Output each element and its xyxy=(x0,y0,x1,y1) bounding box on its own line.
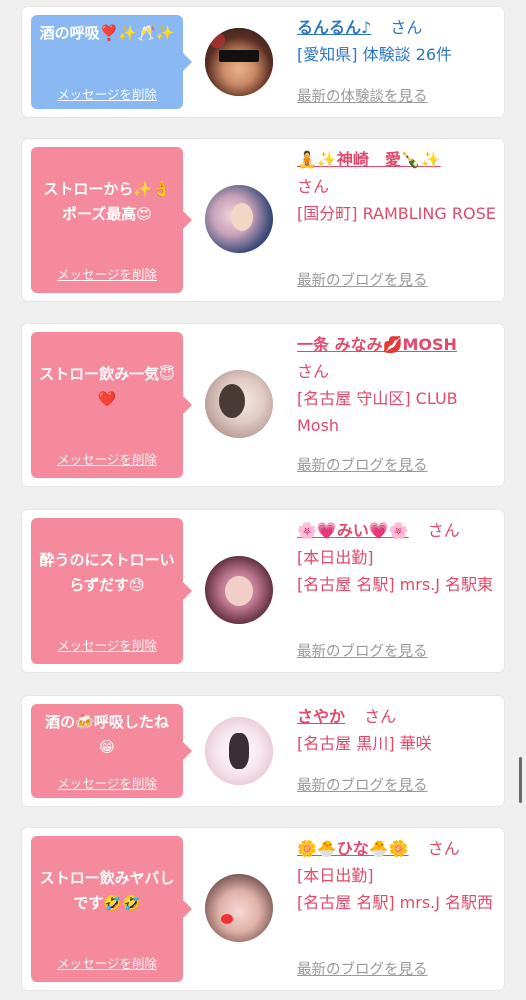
message-bubble: 酒の呼吸❣️✨🥂✨ メッセージを削除 xyxy=(31,15,192,109)
shop-info: [名古屋 名駅] mrs.J 名駅西 xyxy=(297,893,494,912)
profile-info: 🧘✨神崎 愛🍾✨ さん [国分町] RAMBLING ROSE xyxy=(297,146,497,227)
status-text: [本日出勤] xyxy=(297,548,374,567)
honorific: さん xyxy=(390,18,423,37)
latest-post-link[interactable]: 最新のブログを見る xyxy=(297,640,428,661)
scrollbar[interactable] xyxy=(519,757,522,803)
avatar[interactable] xyxy=(205,556,273,624)
message-card: ストロー飲みヤバしです🤣🤣 メッセージを削除 🌼🐣ひな🐣🌼 さん [本日出勤] … xyxy=(22,828,504,990)
message-text: ストロー飲み一気😇❤️ xyxy=(39,365,175,408)
delete-message-link[interactable]: メッセージを削除 xyxy=(31,264,183,283)
delete-message-link[interactable]: メッセージを削除 xyxy=(31,84,183,103)
honorific: さん xyxy=(297,362,330,381)
message-card: 酒の🍻呼吸したね😁 メッセージを削除 さやか さん [名古屋 黒川] 華咲 最新… xyxy=(22,696,504,806)
avatar[interactable] xyxy=(205,28,273,96)
message-bubble: 酔うのにストローいらずだす😓 メッセージを削除 xyxy=(31,518,192,664)
message-card: ストローから✨👌ポーズ最高😍 メッセージを削除 🧘✨神崎 愛🍾✨ さん [国分町… xyxy=(22,139,504,301)
profile-info: さやか さん [名古屋 黒川] 華咲 xyxy=(297,703,497,757)
profile-info: るんるん♪ さん [愛知県] 体験談 26件 xyxy=(297,14,497,68)
latest-post-link[interactable]: 最新のブログを見る xyxy=(297,454,428,475)
honorific: さん xyxy=(297,177,330,196)
shop-info: [国分町] RAMBLING ROSE xyxy=(297,204,496,223)
profile-info: 一条 みなみ💋MOSH さん [名古屋 守山区] CLUB Mosh xyxy=(297,331,497,439)
latest-post-link[interactable]: 最新の体験談を見る xyxy=(297,85,428,106)
message-list: 酒の呼吸❣️✨🥂✨ メッセージを削除 るんるん♪ さん [愛知県] 体験談 26… xyxy=(0,0,526,1000)
delete-message-link[interactable]: メッセージを削除 xyxy=(31,449,183,468)
shop-info: [名古屋 黒川] 華咲 xyxy=(297,734,432,753)
honorific: さん xyxy=(427,839,460,858)
profile-info: 🌼🐣ひな🐣🌼 さん [本日出勤] [名古屋 名駅] mrs.J 名駅西 xyxy=(297,835,497,916)
profile-name-link[interactable]: 一条 みなみ💋MOSH xyxy=(297,335,457,354)
profile-name-link[interactable]: 🌼🐣ひな🐣🌼 xyxy=(297,839,409,858)
message-card: 酔うのにストローいらずだす😓 メッセージを削除 🌸💗みい💗🌸 さん [本日出勤]… xyxy=(22,510,504,672)
message-bubble: ストロー飲みヤバしです🤣🤣 メッセージを削除 xyxy=(31,836,192,982)
message-text: ストロー飲みヤバしです🤣🤣 xyxy=(39,869,175,912)
message-bubble: ストローから✨👌ポーズ最高😍 メッセージを削除 xyxy=(31,147,192,293)
delete-message-link[interactable]: メッセージを削除 xyxy=(31,635,183,654)
latest-post-link[interactable]: 最新のブログを見る xyxy=(297,958,428,979)
latest-post-link[interactable]: 最新のブログを見る xyxy=(297,269,428,290)
shop-info: [名古屋 名駅] mrs.J 名駅東 xyxy=(297,575,494,594)
honorific: さん xyxy=(364,707,397,726)
latest-post-link[interactable]: 最新のブログを見る xyxy=(297,774,428,795)
honorific: さん xyxy=(427,521,460,540)
profile-name-link[interactable]: 🌸💗みい💗🌸 xyxy=(297,521,409,540)
message-card: ストロー飲み一気😇❤️ メッセージを削除 一条 みなみ💋MOSH さん [名古屋… xyxy=(22,324,504,486)
message-text: 酔うのにストローいらずだす😓 xyxy=(39,551,175,594)
status-text: [本日出勤] xyxy=(297,866,374,885)
message-text: 酒の呼吸❣️✨🥂✨ xyxy=(39,24,175,42)
avatar[interactable] xyxy=(205,185,273,253)
avatar[interactable] xyxy=(205,717,273,785)
message-text: ストローから✨👌ポーズ最高😍 xyxy=(43,180,171,223)
message-text: 酒の🍻呼吸したね😁 xyxy=(45,713,169,756)
profile-info: 🌸💗みい💗🌸 さん [本日出勤] [名古屋 名駅] mrs.J 名駅東 xyxy=(297,517,497,598)
message-card: 酒の呼吸❣️✨🥂✨ メッセージを削除 るんるん♪ さん [愛知県] 体験談 26… xyxy=(22,7,504,117)
delete-message-link[interactable]: メッセージを削除 xyxy=(31,953,183,972)
profile-name-link[interactable]: 🧘✨神崎 愛🍾✨ xyxy=(297,150,441,169)
message-bubble: ストロー飲み一気😇❤️ メッセージを削除 xyxy=(31,332,192,478)
avatar[interactable] xyxy=(205,874,273,942)
shop-info: [名古屋 守山区] CLUB Mosh xyxy=(297,389,458,435)
delete-message-link[interactable]: メッセージを削除 xyxy=(31,773,183,792)
profile-name-link[interactable]: るんるん♪ xyxy=(297,18,371,37)
shop-info: [愛知県] 体験談 26件 xyxy=(297,45,453,64)
avatar[interactable] xyxy=(205,370,273,438)
message-bubble: 酒の🍻呼吸したね😁 メッセージを削除 xyxy=(31,704,192,798)
profile-name-link[interactable]: さやか xyxy=(297,707,345,726)
